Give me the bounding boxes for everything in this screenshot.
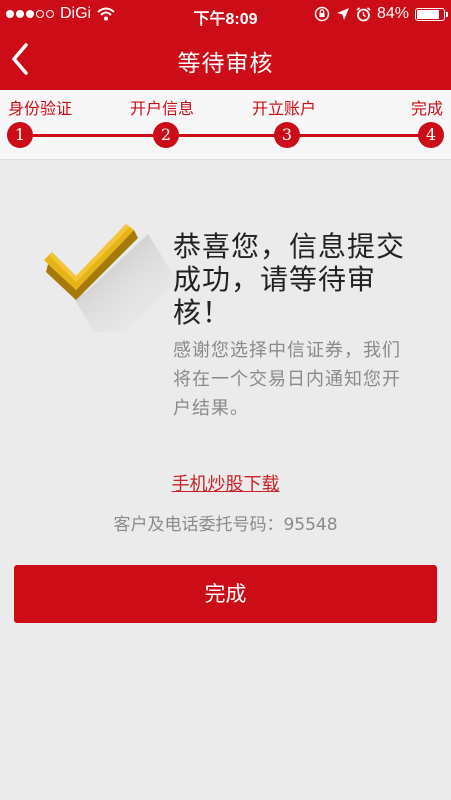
nav-bar: 等待审核 xyxy=(0,30,451,90)
status-bar: DiGi 下午8:09 84% xyxy=(0,0,451,30)
step-number-4: 4 xyxy=(418,122,444,148)
location-arrow-icon xyxy=(336,8,349,20)
step-label-4: 完成 xyxy=(410,99,443,118)
progress-stepper: 身份验证 开户信息 开立账户 完成 1 2 3 4 xyxy=(0,90,451,160)
alarm-clock-icon xyxy=(356,6,371,21)
step-number-3: 3 xyxy=(274,122,300,148)
page-title: 等待审核 xyxy=(177,51,274,77)
step-number-1: 1 xyxy=(7,122,33,148)
battery-percent: 84% xyxy=(376,5,409,22)
done-button[interactable]: 完成 xyxy=(14,565,437,623)
mobile-trading-download-link[interactable]: 手机炒股下载 xyxy=(0,470,451,496)
success-description: 感谢您选择中信证券，我们将在一个交易日内通知您开户结果。 xyxy=(173,340,401,419)
step-connector-line xyxy=(22,134,429,137)
success-title: 恭喜您，信息提交成功，请等待审核！ xyxy=(173,230,406,329)
step-number-2: 2 xyxy=(153,122,179,148)
header: DiGi 下午8:09 84% 等待审核 xyxy=(0,0,451,90)
customer-hotline: 客户及电话委托号码：95548 xyxy=(113,515,338,535)
step-label-2: 开户信息 xyxy=(130,99,195,118)
checkmark-icon xyxy=(38,222,178,332)
battery-icon xyxy=(415,7,448,21)
rotation-lock-icon xyxy=(314,6,330,22)
battery-fill xyxy=(417,9,439,19)
step-label-3: 开立账户 xyxy=(252,99,317,118)
status-right: 84% xyxy=(314,5,448,23)
step-label-1: 身份验证 xyxy=(8,99,73,118)
